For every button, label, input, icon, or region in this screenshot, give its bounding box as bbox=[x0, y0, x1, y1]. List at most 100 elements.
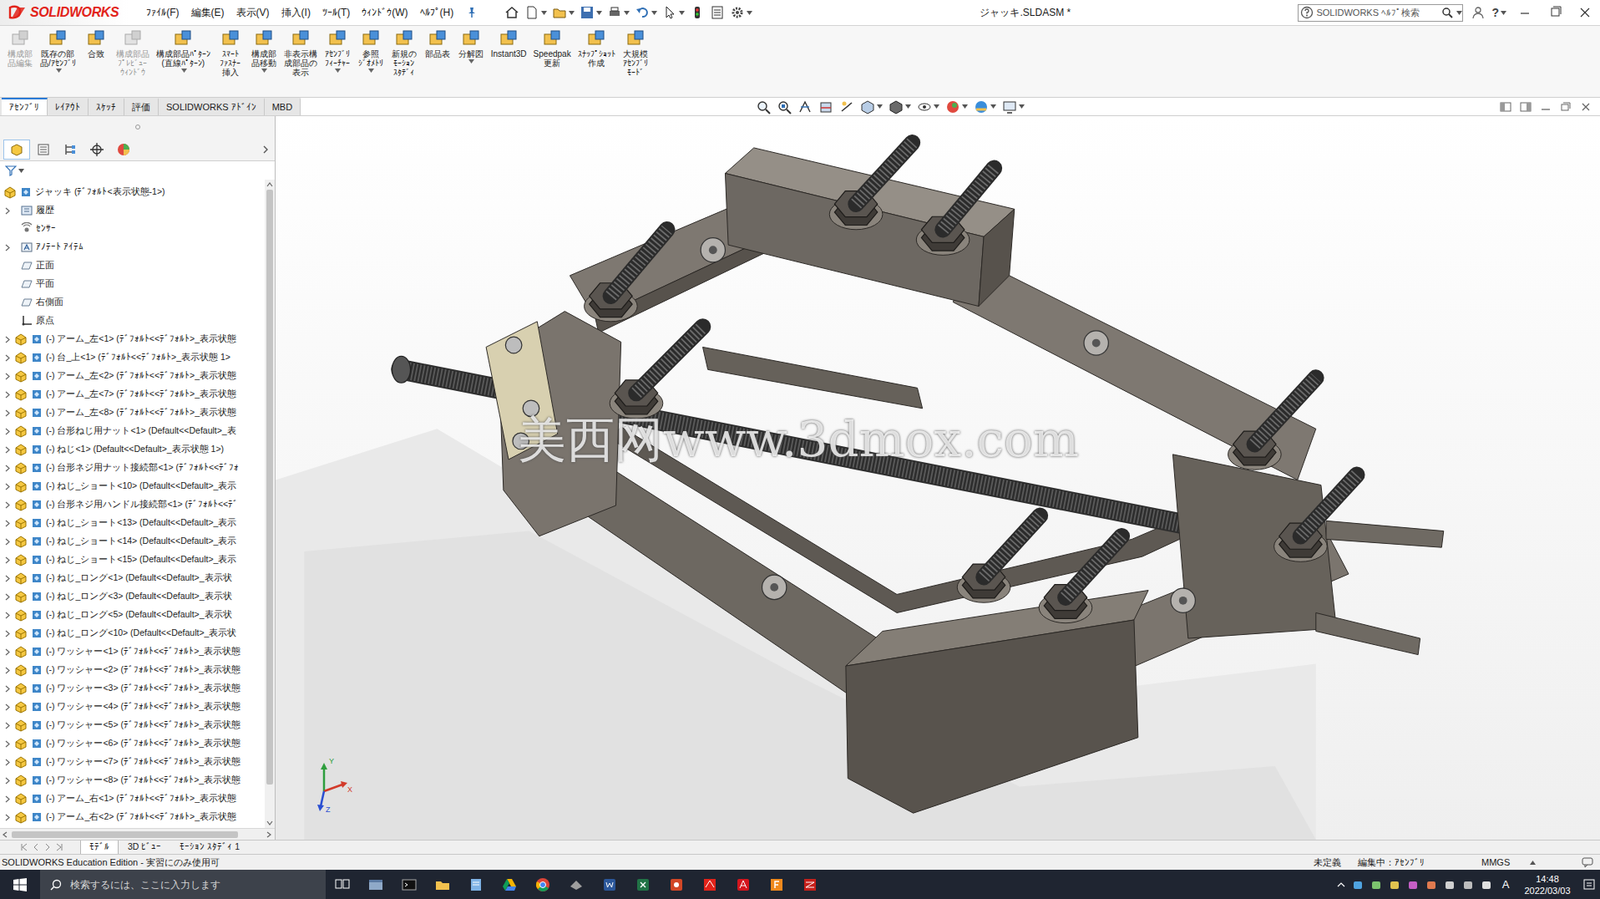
graphics-area[interactable]: 美西网www.3dmox.comYXZ bbox=[275, 116, 1600, 840]
toolbar-button[interactable] bbox=[504, 5, 520, 21]
scroll-thumb[interactable] bbox=[11, 830, 238, 838]
view-button[interactable] bbox=[776, 99, 792, 115]
tray-app-icon[interactable] bbox=[1424, 877, 1438, 892]
expand-toggle[interactable] bbox=[3, 739, 12, 748]
tray-app-icon[interactable] bbox=[1461, 877, 1475, 892]
tree-item[interactable]: (-) ねじ_ショート<10> (Default<<Default>_表示 bbox=[0, 476, 265, 496]
bottom-tab[interactable]: ﾓｰｼｮﾝ ｽﾀﾃﾞｨ 1 bbox=[170, 840, 249, 854]
tree-item[interactable]: (-) アーム_右<1> (ﾃﾞﾌｫﾙﾄ<<ﾃﾞﾌｫﾙﾄ>_表示状態 bbox=[0, 789, 265, 808]
tree-item[interactable]: 原点 bbox=[0, 311, 265, 330]
tree-item[interactable]: (-) アーム_左<7> (ﾃﾞﾌｫﾙﾄ<<ﾃﾞﾌｫﾙﾄ>_表示状態 bbox=[0, 384, 265, 404]
expand-toggle[interactable] bbox=[3, 775, 12, 785]
tile-left-icon[interactable] bbox=[1499, 101, 1512, 112]
tree-item[interactable]: (-) ワッシャー<3> (ﾃﾞﾌｫﾙﾄ<<ﾃﾞﾌｫﾙﾄ>_表示状態 bbox=[0, 678, 265, 698]
tree-item[interactable]: (-) ワッシャー<1> (ﾃﾞﾌｫﾙﾄ<<ﾃﾞﾌｫﾙﾄ>_表示状態 bbox=[0, 642, 265, 661]
toolbar-button[interactable] bbox=[524, 5, 547, 21]
expand-toggle[interactable] bbox=[3, 408, 12, 417]
tree-root[interactable]: ジャッキ (ﾃﾞﾌｫﾙﾄ<表示状態-1>) bbox=[0, 182, 265, 202]
dropdown-slot[interactable] bbox=[54, 68, 62, 74]
expand-toggle[interactable] bbox=[3, 592, 12, 601]
minimize-icon[interactable] bbox=[1513, 5, 1537, 20]
dropdown-arrow-icon[interactable] bbox=[746, 10, 753, 16]
tree-item[interactable]: (-) アーム_右<2> (ﾃﾞﾌｫﾙﾄ<<ﾃﾞﾌｫﾙﾄ>_表示状態 bbox=[0, 807, 265, 826]
ribbon-button[interactable]: 非表示構 成部品の 表示 bbox=[280, 29, 321, 83]
expand-toggle[interactable] bbox=[3, 445, 12, 454]
menu-item[interactable]: 編集(E) bbox=[185, 4, 231, 21]
expand-panel-chevron-icon[interactable] bbox=[261, 144, 270, 155]
dropdown-arrow-icon[interactable] bbox=[1018, 104, 1025, 109]
dropdown-arrow-icon[interactable] bbox=[568, 10, 575, 16]
toolbar-button[interactable] bbox=[607, 5, 630, 21]
taskbar-app[interactable] bbox=[425, 869, 460, 899]
bottom-tab[interactable]: 3D ﾋﾞｭｰ bbox=[118, 840, 171, 854]
expand-toggle[interactable] bbox=[3, 555, 12, 564]
tree-item[interactable]: (-) ワッシャー<5> (ﾃﾞﾌｫﾙﾄ<<ﾃﾞﾌｫﾙﾄ>_表示状態 bbox=[0, 715, 265, 735]
ribbon-button[interactable]: 分解図 bbox=[454, 29, 488, 65]
expand-toggle[interactable] bbox=[3, 518, 12, 527]
toolbar-button[interactable] bbox=[709, 5, 725, 21]
expand-toggle[interactable] bbox=[3, 720, 12, 730]
expand-toggle[interactable] bbox=[3, 463, 12, 472]
view-button[interactable] bbox=[945, 99, 968, 115]
clock[interactable]: 14:482022/03/03 bbox=[1518, 872, 1577, 897]
expand-toggle[interactable] bbox=[3, 206, 12, 215]
dropdown-arrow-icon[interactable] bbox=[990, 104, 997, 109]
ribbon-button[interactable]: 既存の部 品/ｱｾﾝﾌﾞﾘ bbox=[36, 29, 80, 74]
ribbon-button[interactable]: 構成部 品移動 bbox=[247, 29, 281, 74]
tab-nav-arrow-icon[interactable] bbox=[55, 842, 64, 851]
horizontal-scrollbar[interactable] bbox=[0, 827, 275, 840]
ime-indicator[interactable]: A bbox=[1498, 875, 1514, 893]
tray-app-icon[interactable] bbox=[1351, 877, 1365, 892]
expand-toggle[interactable] bbox=[3, 573, 12, 583]
close-icon[interactable] bbox=[1573, 5, 1597, 20]
scroll-left-icon[interactable] bbox=[1, 830, 11, 838]
expand-toggle[interactable] bbox=[3, 371, 12, 380]
taskbar-app[interactable] bbox=[659, 869, 694, 899]
dropdown-arrow-icon[interactable] bbox=[678, 10, 685, 16]
toolbar-button[interactable] bbox=[579, 5, 603, 21]
command-tab[interactable]: ｱｾﾝﾌﾞﾘ bbox=[1, 97, 48, 116]
expand-toggle[interactable] bbox=[3, 683, 12, 693]
dropdown-arrow-icon[interactable] bbox=[368, 68, 375, 73]
toolbar-button[interactable] bbox=[551, 5, 575, 21]
help-search[interactable] bbox=[1297, 4, 1464, 22]
expand-toggle[interactable] bbox=[3, 757, 12, 766]
scroll-up-icon[interactable] bbox=[266, 181, 274, 188]
ribbon-button[interactable]: Speedpak 更新 bbox=[530, 29, 575, 74]
tree-item[interactable]: (-) ねじ_ショート<14> (Default<<Default>_表示 bbox=[0, 531, 265, 551]
search-magnifier-icon[interactable] bbox=[1441, 6, 1454, 19]
filter-row[interactable] bbox=[0, 161, 275, 180]
tray-chevron-icon[interactable] bbox=[1336, 880, 1347, 889]
tree-item[interactable]: (-) ねじ_ロング<3> (Default<<Default>_表示状 bbox=[0, 587, 265, 606]
tree-item[interactable]: (-) ねじ_ロング<10> (Default<<Default>_表示状 bbox=[0, 623, 265, 643]
expand-toggle[interactable] bbox=[3, 794, 12, 803]
expand-toggle[interactable] bbox=[3, 665, 12, 674]
panel-tab[interactable] bbox=[83, 139, 111, 160]
tree-item[interactable]: 正面 bbox=[0, 256, 265, 275]
viewport-close-icon[interactable] bbox=[1579, 101, 1592, 112]
dropdown-arrow-icon[interactable] bbox=[18, 168, 25, 173]
tree-item[interactable]: (-) ねじ_ショート<15> (Default<<Default>_表示 bbox=[0, 550, 265, 569]
tree-item[interactable]: 右側面 bbox=[0, 293, 265, 312]
unit-system[interactable]: MMGS bbox=[1456, 855, 1540, 870]
ribbon-button[interactable]: Instant3D bbox=[487, 29, 531, 65]
view-button[interactable] bbox=[1002, 99, 1025, 115]
taskbar-app[interactable] bbox=[693, 869, 727, 899]
dropdown-arrow-icon[interactable] bbox=[261, 68, 268, 73]
tree-item[interactable]: ｱﾉﾃｰﾄ ｱｲﾃﾑ bbox=[0, 237, 265, 257]
tree-item[interactable]: (-) ワッシャー<2> (ﾃﾞﾌｫﾙﾄ<<ﾃﾞﾌｫﾙﾄ>_表示状態 bbox=[0, 660, 265, 679]
view-button[interactable] bbox=[888, 99, 912, 115]
dropdown-arrow-icon[interactable] bbox=[623, 10, 630, 16]
ribbon-button[interactable]: ｱｾﾝﾌﾞﾘ ﾌｨｰﾁｬｰ bbox=[320, 29, 355, 74]
command-tab[interactable]: ﾚｲｱｳﾄ bbox=[47, 97, 89, 116]
tree-item[interactable]: (-) ねじ_ショート<13> (Default<<Default>_表示 bbox=[0, 513, 265, 532]
toolbar-button[interactable] bbox=[662, 5, 685, 21]
tree-item[interactable]: (-) ワッシャー<8> (ﾃﾞﾌｫﾙﾄ<<ﾃﾞﾌｫﾙﾄ>_表示状態 bbox=[0, 770, 265, 790]
panel-handle[interactable] bbox=[0, 116, 275, 138]
vertical-scrollbar[interactable] bbox=[264, 179, 275, 828]
user-icon[interactable] bbox=[1471, 5, 1485, 20]
taskbar-app[interactable] bbox=[759, 869, 794, 899]
tree-item[interactable]: (-) ワッシャー<6> (ﾃﾞﾌｫﾙﾄ<<ﾃﾞﾌｫﾙﾄ>_表示状態 bbox=[0, 734, 265, 753]
taskbar-app[interactable] bbox=[726, 869, 760, 899]
menu-item[interactable]: ｳｨﾝﾄﾞｳ(W) bbox=[355, 4, 414, 21]
